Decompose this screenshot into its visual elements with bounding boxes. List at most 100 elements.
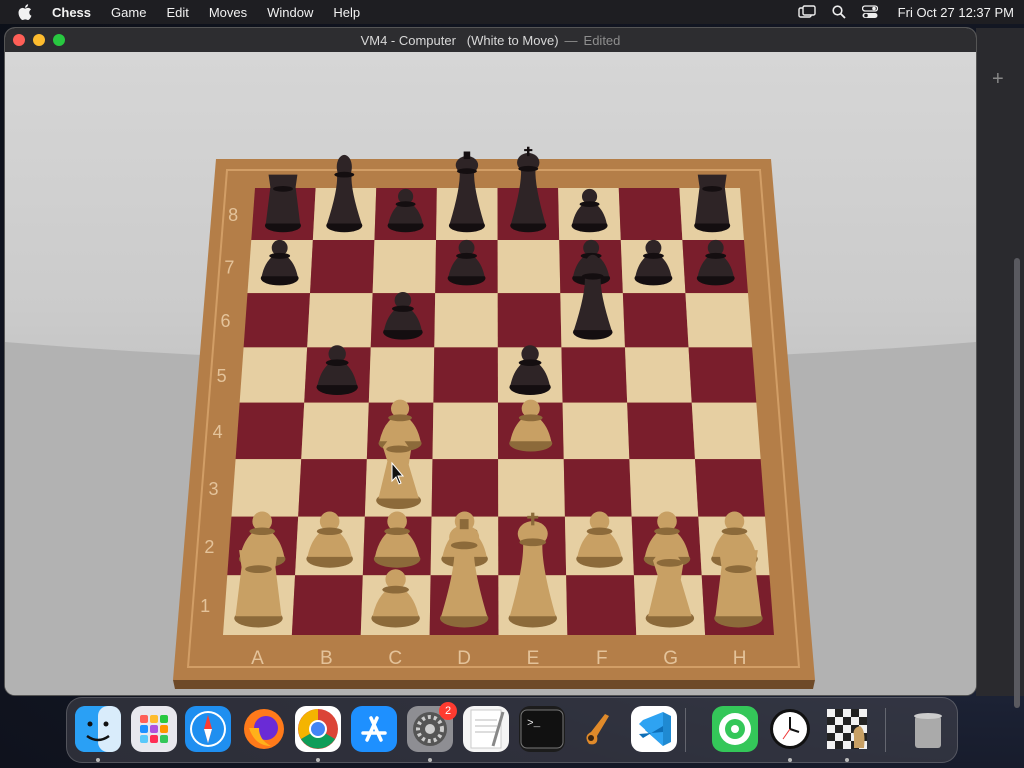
file-label-g: G bbox=[663, 648, 678, 669]
notification-badge: 2 bbox=[439, 702, 457, 720]
menu-help[interactable]: Help bbox=[333, 5, 360, 20]
rank-label-4: 4 bbox=[213, 422, 223, 442]
app-store-icon[interactable] bbox=[351, 706, 397, 752]
chess-board-view[interactable]: A B C D E F G H 1 2 3 4 5 6 7 8 bbox=[5, 52, 976, 695]
background-window-scrollbar[interactable] bbox=[1014, 258, 1020, 708]
square-g3[interactable] bbox=[629, 459, 699, 517]
dock-separator bbox=[685, 708, 686, 752]
square-h3[interactable] bbox=[694, 459, 765, 517]
vscode-icon[interactable] bbox=[631, 706, 677, 752]
chrome-icon[interactable] bbox=[295, 706, 341, 752]
square-b7[interactable] bbox=[310, 240, 375, 294]
square-e3[interactable] bbox=[498, 459, 565, 517]
square-b3[interactable] bbox=[298, 459, 367, 517]
square-h5[interactable] bbox=[688, 347, 757, 403]
menu-bar-clock[interactable]: Fri Oct 27 12:37 PM bbox=[898, 5, 1014, 20]
window-title: VM4 - Computer (White to Move) bbox=[360, 32, 559, 48]
file-label-d: D bbox=[457, 648, 471, 669]
apple-menu-icon[interactable] bbox=[18, 4, 34, 20]
white-rook-h1[interactable] bbox=[714, 550, 763, 628]
screen-mirroring-icon[interactable] bbox=[797, 5, 816, 19]
square-e6[interactable] bbox=[497, 293, 562, 348]
square-a3[interactable] bbox=[231, 459, 302, 517]
square-c5[interactable] bbox=[368, 347, 435, 403]
rank-label-5: 5 bbox=[217, 366, 227, 386]
menu-moves[interactable]: Moves bbox=[209, 5, 247, 20]
menu-edit[interactable]: Edit bbox=[166, 5, 188, 20]
square-g6[interactable] bbox=[622, 293, 689, 348]
menu-game[interactable]: Game bbox=[111, 5, 146, 20]
rank-label-1: 1 bbox=[200, 596, 210, 616]
square-a4[interactable] bbox=[235, 402, 305, 460]
square-h4[interactable] bbox=[691, 402, 761, 460]
black-rook-h8[interactable] bbox=[694, 174, 731, 233]
rank-label-8: 8 bbox=[228, 205, 238, 225]
square-d4[interactable] bbox=[432, 402, 499, 460]
square-d5[interactable] bbox=[433, 347, 498, 403]
safari-icon[interactable] bbox=[185, 706, 231, 752]
zoom-window-button[interactable] bbox=[53, 34, 65, 46]
rank-label-6: 6 bbox=[221, 311, 231, 331]
square-h6[interactable] bbox=[685, 293, 753, 348]
square-f5[interactable] bbox=[561, 347, 628, 403]
square-d3[interactable] bbox=[431, 459, 499, 517]
square-d6[interactable] bbox=[434, 293, 498, 348]
square-f4[interactable] bbox=[562, 402, 630, 460]
running-indicator bbox=[845, 758, 849, 762]
square-a6[interactable] bbox=[243, 293, 311, 348]
file-label-a: A bbox=[251, 648, 264, 669]
square-f3[interactable] bbox=[563, 459, 632, 517]
square-b6[interactable] bbox=[307, 293, 373, 348]
menu-app-name[interactable]: Chess bbox=[52, 5, 91, 20]
rank-label-7: 7 bbox=[224, 258, 234, 278]
spotlight-search-icon[interactable] bbox=[832, 5, 846, 19]
textedit-icon[interactable] bbox=[463, 706, 509, 752]
close-window-button[interactable] bbox=[13, 34, 25, 46]
square-b1[interactable] bbox=[291, 575, 363, 635]
file-label-e: E bbox=[527, 648, 540, 669]
garageband-icon[interactable] bbox=[575, 706, 621, 752]
menu-window[interactable]: Window bbox=[267, 5, 313, 20]
control-center-icon[interactable] bbox=[861, 5, 878, 19]
square-c7[interactable] bbox=[372, 240, 437, 294]
title-separator: — bbox=[564, 32, 578, 48]
background-window[interactable]: + bbox=[976, 28, 1024, 708]
terminal-icon[interactable]: >_ bbox=[519, 706, 565, 752]
chess-window: VM4 - Computer (White to Move) — Edited … bbox=[5, 28, 976, 695]
running-indicator bbox=[428, 758, 432, 762]
square-a5[interactable] bbox=[239, 347, 308, 403]
square-g4[interactable] bbox=[627, 402, 695, 460]
launchpad-icon[interactable] bbox=[131, 706, 177, 752]
file-label-h: H bbox=[733, 648, 747, 669]
trash-icon[interactable] bbox=[905, 706, 951, 752]
add-tab-icon[interactable]: + bbox=[992, 68, 1004, 91]
rank-label-3: 3 bbox=[209, 479, 219, 499]
minimize-window-button[interactable] bbox=[33, 34, 45, 46]
square-e7[interactable] bbox=[497, 240, 561, 294]
running-indicator bbox=[788, 758, 792, 762]
square-g5[interactable] bbox=[624, 347, 692, 403]
dock: 2 >_ bbox=[66, 697, 958, 763]
find-my-icon[interactable] bbox=[712, 706, 758, 752]
file-label-f: F bbox=[596, 648, 608, 669]
file-label-b: B bbox=[320, 648, 333, 669]
board-frame-edge bbox=[173, 680, 815, 689]
square-b4[interactable] bbox=[301, 402, 369, 460]
finder-icon[interactable] bbox=[75, 706, 121, 752]
square-f1[interactable] bbox=[566, 575, 637, 635]
svg-text:>_: >_ bbox=[527, 718, 541, 730]
white-rook-a1[interactable] bbox=[234, 550, 283, 628]
black-rook-a8[interactable] bbox=[264, 174, 302, 233]
file-label-c: C bbox=[388, 648, 402, 669]
window-titlebar[interactable]: VM4 - Computer (White to Move) — Edited bbox=[5, 28, 976, 52]
window-edited-status: Edited bbox=[583, 32, 621, 48]
chess-icon[interactable] bbox=[824, 706, 870, 752]
system-settings-icon[interactable]: 2 bbox=[407, 702, 457, 752]
square-g8[interactable] bbox=[618, 188, 683, 241]
firefox-icon[interactable] bbox=[241, 706, 287, 752]
running-indicator bbox=[96, 758, 100, 762]
clock-icon[interactable] bbox=[767, 706, 813, 752]
running-indicator bbox=[316, 758, 320, 762]
dock-separator bbox=[885, 708, 886, 752]
chess-scene: A B C D E F G H 1 2 3 4 5 6 7 8 bbox=[5, 52, 976, 695]
